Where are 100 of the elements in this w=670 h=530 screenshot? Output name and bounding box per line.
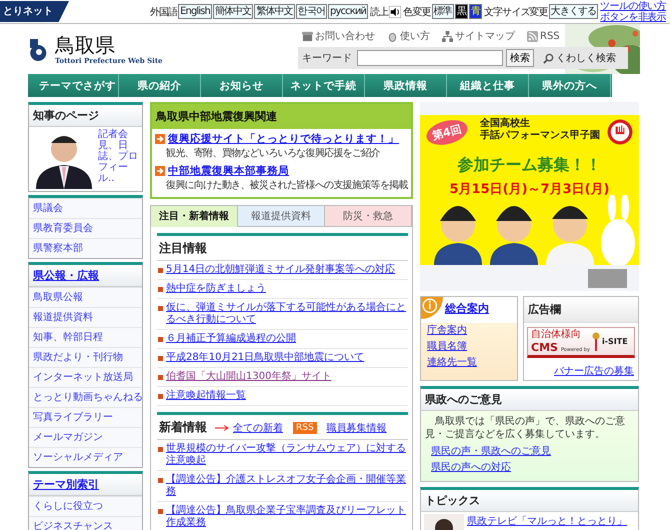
language-button[interactable]: 簡体中文 xyxy=(212,4,254,19)
news-link[interactable]: 世界規模のサイバー攻撃（ランサムウェア）に対する注意喚起 xyxy=(166,443,407,467)
news-link[interactable]: 【調達公告】介護ストレスオフ女子会企画・開催等業務 xyxy=(166,474,407,498)
header-link[interactable]: RSS xyxy=(527,29,560,43)
section-heading: トピックス xyxy=(421,490,638,512)
topic-link[interactable]: 県政テレビ「マルっと！とっとり」 xyxy=(467,514,627,530)
sidebar-link[interactable]: 知事、幹部日程 xyxy=(29,327,142,347)
bullet-icon xyxy=(158,306,163,311)
news-link[interactable]: 伯耆国「大山開山1300年祭」サイト xyxy=(166,371,332,383)
guide-link[interactable]: 職員名簿 xyxy=(421,339,517,355)
nav-tab[interactable]: 県外の方へ xyxy=(529,74,611,97)
sidebar-link[interactable]: 鳥取県公報 xyxy=(29,287,142,307)
bullet-icon xyxy=(158,509,163,514)
ad-recruit-link[interactable]: バナー広告の募集 xyxy=(550,362,638,380)
site-title: 鳥取県 xyxy=(55,34,116,56)
arrow-icon xyxy=(155,134,165,144)
news-link[interactable]: 仮に、弾道ミサイルが落下する可能性がある場合にとるべき行動について xyxy=(166,302,407,326)
banner-headline: 参加チーム募集！！ xyxy=(458,155,602,176)
sidebar-link[interactable]: ソーシャルメディア xyxy=(29,447,142,467)
banner-text: 全国高校生 xyxy=(480,118,531,130)
read-aloud-label: 読上 xyxy=(370,6,388,18)
search-button[interactable]: 検索 xyxy=(506,49,534,67)
tab[interactable]: 報道提供資料 xyxy=(238,206,325,227)
color-button[interactable]: 標準 xyxy=(432,4,454,19)
news-link[interactable]: 注意喚起情報一覧 xyxy=(166,390,246,402)
language-button[interactable]: 한국어 xyxy=(296,4,328,19)
sidebar-link[interactable]: インターネット放送局 xyxy=(29,367,142,387)
nav-tab[interactable]: 県政情報 xyxy=(365,74,447,97)
font-size-label: 文字サイズ変更 xyxy=(484,6,548,18)
section-heading-link[interactable]: テーマ別索引 xyxy=(29,474,142,496)
language-button[interactable]: русский xyxy=(328,4,368,19)
recruit-link[interactable]: 職員募集情報 xyxy=(326,420,387,434)
tool-link[interactable]: ツールの使い方 xyxy=(600,0,666,12)
news-link[interactable]: 熱中症を防ぎましょう xyxy=(166,283,266,295)
arrow-icon xyxy=(215,424,229,430)
search-icon xyxy=(543,52,554,64)
speaker-icon[interactable] xyxy=(389,6,402,18)
event-banner[interactable]: 第4回 全国高校生 手話パフォーマンス甲子園 参加チーム募集！！ 5月15日(月)～7月3日(月) xyxy=(420,115,639,265)
opinion-link[interactable]: 県民の声・県政へのご意見 xyxy=(425,444,634,460)
sidebar-link[interactable]: 報道提供資料 xyxy=(29,307,142,327)
image-placeholder xyxy=(588,268,627,288)
all-news-link[interactable]: 全ての新着 xyxy=(233,420,283,434)
sidebar-link[interactable]: メールマガジン xyxy=(29,427,142,447)
sidebar-link[interactable]: 県政だより・刊行物 xyxy=(29,347,142,367)
bullet-icon xyxy=(158,478,163,483)
news-link[interactable]: 平成28年10月21日鳥取県中部地震について xyxy=(166,352,364,364)
link-description: 復興に向けた動き、被災された皆様への支援施策等を掲載 xyxy=(165,178,408,192)
font-size-button[interactable]: 大きくする xyxy=(548,4,598,19)
arrow-icon xyxy=(155,166,165,176)
opinion-text: 鳥取県では「県民の声」で、県政へのご意見・ご提言などを広く募集しています。 xyxy=(425,415,626,441)
language-button[interactable]: English xyxy=(178,4,212,19)
section-heading: 知事のページ xyxy=(29,105,142,127)
guide-link[interactable]: 連絡先一覧 xyxy=(421,355,517,371)
site-logo[interactable]: とりネット xyxy=(0,1,69,22)
nav-tab[interactable]: お知らせ xyxy=(201,74,283,97)
recovery-link[interactable]: 中部地震復興本部事務局 xyxy=(168,164,289,178)
tab[interactable]: 注目・新着情報 xyxy=(151,206,238,227)
header-link[interactable]: サイトマップ xyxy=(442,29,515,43)
bullet-icon xyxy=(158,287,163,292)
section-heading: 鳥取県中部地震復興関連 xyxy=(152,104,411,129)
sidebar-link[interactable]: くらしに役立つ xyxy=(29,496,142,516)
color-button[interactable]: 青 xyxy=(468,4,482,19)
section-heading: 新着情報 xyxy=(159,419,207,436)
sidebar-link[interactable]: 県教育委員会 xyxy=(29,218,142,238)
ad-text: 自治体様向 xyxy=(531,329,582,341)
language-label: 外国語 xyxy=(150,6,178,18)
sidebar-link[interactable]: とっとり動画ちゃんねる xyxy=(29,387,142,407)
bullet-icon xyxy=(158,337,163,342)
advanced-search-link[interactable]: くわしく検索 xyxy=(543,51,616,65)
banner-dates: 5月15日(月)～7月3日(月) xyxy=(450,181,610,198)
nav-tab[interactable]: ネットで手続 xyxy=(283,74,365,97)
header-link[interactable]: お問い合わせ xyxy=(302,29,375,43)
sidebar-link[interactable]: 県議会 xyxy=(29,198,142,218)
bullet-icon xyxy=(158,375,163,380)
header-link[interactable]: 使い方 xyxy=(387,29,430,43)
sidebar-link[interactable]: ビジネスチャンス xyxy=(29,516,142,530)
tab[interactable]: 防災・救急 xyxy=(325,206,412,227)
sidebar-link[interactable]: 県警察本部 xyxy=(29,238,142,258)
opinion-link[interactable]: 県民の声への対応 xyxy=(425,460,634,476)
section-heading-link[interactable]: 県公報・広報 xyxy=(29,265,142,287)
tool-link[interactable]: ボタンを非表示 xyxy=(600,12,666,22)
color-label: 色変更 xyxy=(403,6,431,18)
guide-link[interactable]: 庁舎案内 xyxy=(421,323,517,339)
bullet-icon xyxy=(158,447,163,452)
ad-text: CMS xyxy=(531,341,558,354)
rss-icon xyxy=(527,30,538,42)
sitemap-icon xyxy=(442,30,453,42)
nav-tab[interactable]: 県の紹介 xyxy=(119,74,201,97)
keyword-label: キーワード xyxy=(302,52,352,65)
search-field[interactable] xyxy=(357,50,503,66)
color-button[interactable]: 黒 xyxy=(454,4,468,19)
news-link[interactable]: 5月14日の北朝鮮弾道ミサイル発射事案等への対応 xyxy=(166,264,396,276)
nav-tab[interactable]: 組織と仕事 xyxy=(447,74,529,97)
section-heading: 注目情報 xyxy=(157,233,408,261)
language-button[interactable]: 繁体中文 xyxy=(254,4,295,19)
news-link[interactable]: 【調達公告】鳥取県企業子宝率調査及びリーフレット作成業務 xyxy=(166,505,407,529)
sidebar-link[interactable]: 写真ライブラリー xyxy=(29,407,142,427)
news-link[interactable]: ６月補正予算編成過程の公開 xyxy=(166,333,296,345)
nav-tab[interactable]: テーマでさがす xyxy=(37,74,119,97)
recovery-link[interactable]: 復興応援サイト「とっとりで待っとります！」 xyxy=(168,132,399,146)
